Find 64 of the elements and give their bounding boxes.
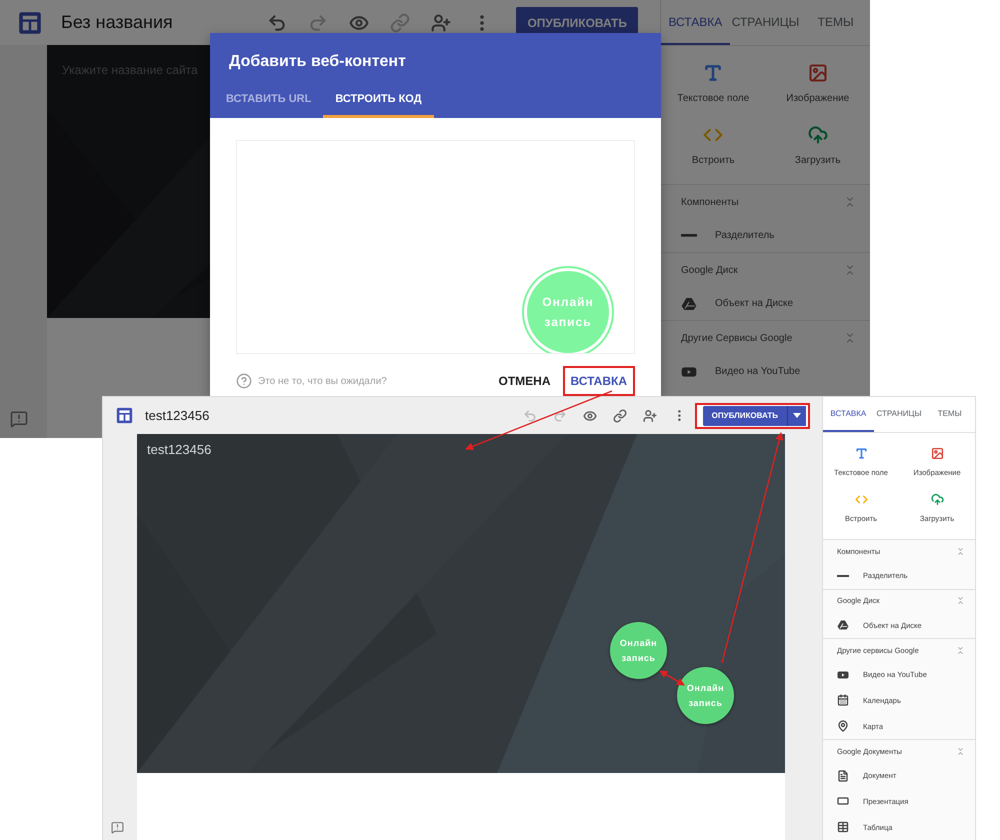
link-icon xyxy=(390,12,410,32)
link-icon xyxy=(612,408,627,422)
document-icon xyxy=(837,770,849,782)
dialog-tab[interactable]: ВСТАВИТЬ URL xyxy=(214,93,324,118)
redo-icon xyxy=(552,408,567,422)
layout-icon xyxy=(116,407,133,424)
image-icon xyxy=(808,62,828,82)
cancel-button[interactable]: ОТМЕНА xyxy=(492,368,557,394)
embed-preview-button: Онлайн запись xyxy=(527,271,609,353)
collapse-icon[interactable] xyxy=(956,596,965,606)
insert-tool[interactable]: Загрузить xyxy=(766,114,870,176)
undo-icon xyxy=(522,408,537,422)
collapse-icon[interactable] xyxy=(956,546,965,556)
undo-icon xyxy=(266,12,287,32)
minus-icon xyxy=(681,234,697,237)
insert-tool[interactable]: Встроить xyxy=(661,114,766,176)
insert-tool[interactable]: Текстовое поле xyxy=(661,52,766,114)
document-title: test123456 xyxy=(145,408,210,423)
table-icon xyxy=(837,821,849,834)
collapse-icon[interactable] xyxy=(844,196,856,208)
more-icon xyxy=(678,410,682,422)
section-title: Компоненты xyxy=(681,196,739,208)
collapse-icon[interactable] xyxy=(844,332,856,344)
minus-icon xyxy=(837,574,849,577)
sidebar-tab[interactable]: СТРАНИЦЫ xyxy=(730,0,802,45)
dropdown-button[interactable] xyxy=(787,406,806,426)
insert-tool[interactable]: Изображение xyxy=(766,52,870,114)
collapse-icon[interactable] xyxy=(844,264,856,276)
sidebar-tab[interactable]: ТЕМЫ xyxy=(924,397,975,432)
double-arrow xyxy=(659,670,685,686)
cloud-upload-icon xyxy=(808,124,828,144)
insert-item[interactable]: Разделитель xyxy=(661,219,870,252)
add-person-icon xyxy=(430,12,451,32)
slides-icon xyxy=(837,795,849,808)
text-format-icon xyxy=(703,62,724,82)
calendar-icon xyxy=(837,694,849,706)
code-icon xyxy=(854,493,868,506)
insert-button[interactable]: ВСТАВКА xyxy=(562,366,635,396)
section-title: Google Диск xyxy=(681,264,738,276)
feedback-icon[interactable] xyxy=(10,410,28,428)
dialog-tab[interactable]: ВСТРОИТЬ КОД xyxy=(323,93,434,118)
collapse-icon[interactable] xyxy=(956,746,965,756)
text-format-icon xyxy=(854,447,868,460)
caret-icon xyxy=(793,413,801,418)
insert-item[interactable]: Видео на YouTube xyxy=(661,355,870,388)
layout-icon xyxy=(18,10,42,34)
site-title: test123456 xyxy=(147,442,212,457)
document-title: Без названия xyxy=(61,12,174,33)
cloud-upload-icon xyxy=(930,493,944,506)
help-icon[interactable] xyxy=(236,373,252,389)
eye-icon xyxy=(582,408,597,422)
redo-icon xyxy=(308,12,328,32)
add-person-icon xyxy=(642,408,657,422)
collapse-icon[interactable] xyxy=(956,646,965,656)
dialog-title: Добавить веб-контент xyxy=(228,52,407,71)
more-icon xyxy=(480,14,484,30)
sidebar-tab[interactable]: ТЕМЫ xyxy=(801,0,870,45)
image-icon xyxy=(930,447,944,460)
insert-item[interactable]: Объект на Диске xyxy=(661,287,870,320)
map-pin-icon xyxy=(837,720,849,732)
feedback-icon[interactable] xyxy=(111,821,124,834)
video-play-icon xyxy=(837,668,849,681)
sidebar-tab[interactable]: СТРАНИЦЫ xyxy=(874,397,924,432)
section-title: Другие Сервисы Google xyxy=(681,332,792,344)
